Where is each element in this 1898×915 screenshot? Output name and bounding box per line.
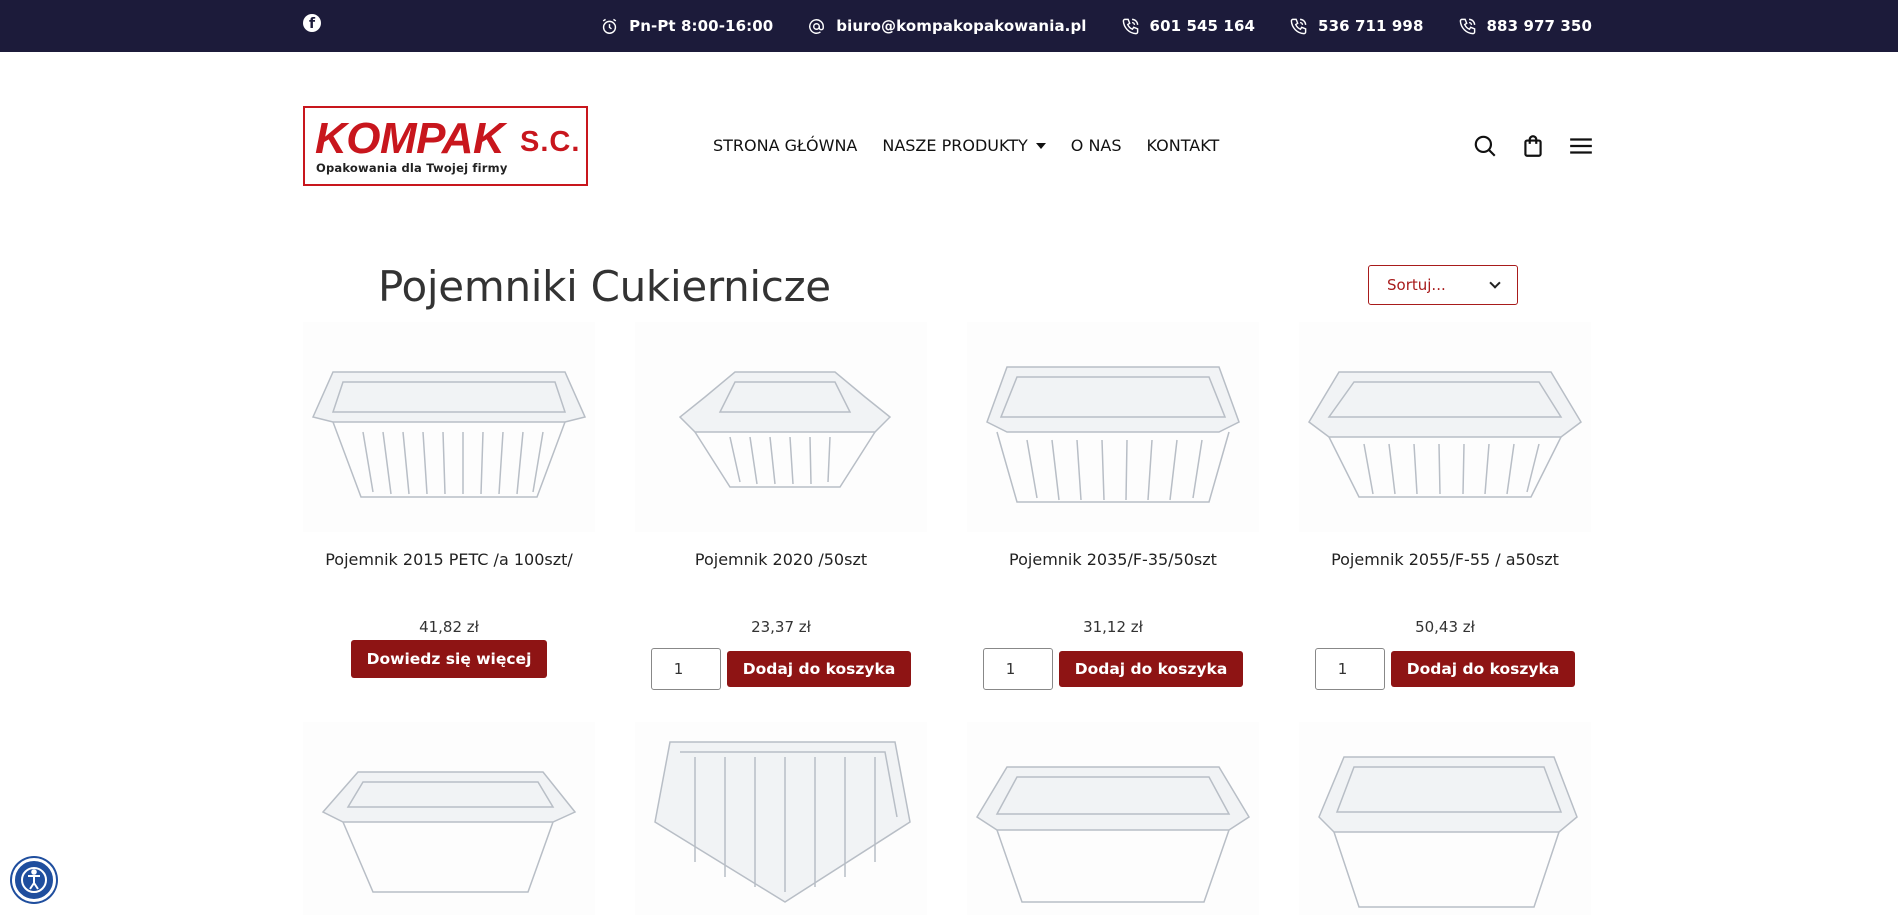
product-image[interactable] xyxy=(635,322,927,532)
at-sign-icon xyxy=(809,18,825,34)
add-to-cart-button[interactable]: Dodaj do koszyka xyxy=(726,651,912,687)
product-name[interactable]: Pojemnik 2055/F-55 / a50szt xyxy=(1299,550,1591,569)
nav-item-home[interactable]: STRONA GŁÓWNA xyxy=(713,136,857,155)
logo-name: KOMPAK xyxy=(315,114,505,163)
product-name[interactable]: Pojemnik 2020 /50szt xyxy=(635,550,927,569)
menu-icon[interactable] xyxy=(1568,133,1594,159)
phone-text-3: 883 977 350 xyxy=(1486,17,1592,35)
product-image[interactable] xyxy=(1299,722,1591,915)
nav-item-products[interactable]: NASZE PRODUKTY xyxy=(882,136,1046,155)
header-icons xyxy=(1472,133,1594,159)
learn-more-button[interactable]: Dowiedz się więcej xyxy=(350,640,548,678)
accessibility-button[interactable] xyxy=(12,858,56,902)
contact-info: Pn-Pt 8:00-16:00 biuro@kompakopakowania.… xyxy=(600,0,1592,52)
search-icon[interactable] xyxy=(1472,133,1498,159)
nav-item-about[interactable]: O NAS xyxy=(1071,136,1122,155)
page-title: Pojemniki Cukiernicze xyxy=(378,262,831,311)
product-price: 50,43 zł xyxy=(1415,618,1475,636)
product-actions: Dodaj do koszyka xyxy=(967,648,1259,690)
quantity-input[interactable] xyxy=(650,648,721,690)
chevron-down-icon xyxy=(1489,277,1501,289)
accessibility-icon xyxy=(21,867,47,893)
email-link[interactable]: biuro@kompakopakowania.pl xyxy=(807,17,1086,36)
sort-select[interactable]: Sortuj... xyxy=(1368,265,1518,305)
container-image xyxy=(678,371,892,488)
product-image[interactable] xyxy=(1299,322,1591,532)
site-logo[interactable]: KOMPAK S.C. Opakowania dla Twojej firmy xyxy=(303,106,588,186)
nav-label: STRONA GŁÓWNA xyxy=(713,136,858,155)
product-card: Pojemnik 2035/F-35/50szt 31,12 zł Dodaj … xyxy=(967,322,1259,720)
phone-text-2: 536 711 998 xyxy=(1318,17,1424,35)
product-grid: Pojemnik 2015 PETC /a 100szt/ 41,82 zł D… xyxy=(303,322,1593,720)
quantity-input[interactable] xyxy=(982,648,1053,690)
caret-down-icon xyxy=(1035,142,1046,149)
sort-label: Sortuj... xyxy=(1387,276,1446,294)
phone-text-1: 601 545 164 xyxy=(1149,17,1256,35)
top-bar: f Pn-Pt 8:00-16:00 biuro@kompakopakowani… xyxy=(0,0,1898,52)
container-image xyxy=(986,366,1240,503)
container-image xyxy=(654,741,911,903)
add-to-cart-button[interactable]: Dodaj do koszyka xyxy=(1390,651,1576,687)
quantity-input[interactable] xyxy=(1314,648,1385,690)
product-image[interactable] xyxy=(303,722,595,915)
product-price: 31,12 zł xyxy=(1083,618,1143,636)
container-image xyxy=(1308,371,1582,498)
product-actions: Dodaj do koszyka xyxy=(1299,648,1591,690)
product-card: Pojemnik 2055/F-55 / a50szt 50,43 zł Dod… xyxy=(1299,322,1591,720)
logo-tagline: Opakowania dla Twojej firmy xyxy=(316,161,508,175)
product-price: 41,82 zł xyxy=(419,618,479,636)
product-image[interactable] xyxy=(303,322,595,532)
product-actions: Dowiedz się więcej xyxy=(303,640,595,678)
product-image[interactable] xyxy=(635,722,927,915)
cart-icon[interactable] xyxy=(1520,133,1546,159)
nav-label: KONTAKT xyxy=(1146,136,1220,155)
product-actions: Dodaj do koszyka xyxy=(635,648,927,690)
product-grid-row-2 xyxy=(303,722,1593,915)
alarm-clock-icon xyxy=(602,18,617,34)
opening-hours: Pn-Pt 8:00-16:00 xyxy=(600,17,773,36)
phone-icon xyxy=(1290,18,1307,34)
product-price: 23,37 zł xyxy=(751,618,811,636)
container-image xyxy=(321,771,577,893)
phone-icon xyxy=(1459,18,1475,34)
logo-suffix: S.C. xyxy=(520,126,581,158)
product-name[interactable]: Pojemnik 2015 PETC /a 100szt/ xyxy=(303,550,595,569)
hours-text: Pn-Pt 8:00-16:00 xyxy=(629,17,774,35)
product-image[interactable] xyxy=(967,322,1259,532)
product-image[interactable] xyxy=(967,722,1259,915)
product-card: Pojemnik 2015 PETC /a 100szt/ 41,82 zł D… xyxy=(303,322,595,720)
main-nav: STRONA GŁÓWNA NASZE PRODUKTY O NAS KONTA… xyxy=(713,136,1219,155)
container-image xyxy=(975,766,1251,903)
container-image xyxy=(311,371,587,498)
product-card: Pojemnik 2020 /50szt 23,37 zł Dodaj do k… xyxy=(635,322,927,720)
phone-link-3[interactable]: 883 977 350 xyxy=(1458,17,1592,36)
add-to-cart-button[interactable]: Dodaj do koszyka xyxy=(1058,651,1244,687)
product-name[interactable]: Pojemnik 2035/F-35/50szt xyxy=(967,550,1259,569)
facebook-icon[interactable]: f xyxy=(303,14,321,32)
phone-icon xyxy=(1122,18,1138,34)
container-image xyxy=(1318,756,1578,908)
nav-label: O NAS xyxy=(1070,136,1122,155)
email-text: biuro@kompakopakowania.pl xyxy=(836,17,1087,35)
nav-label: NASZE PRODUKTY xyxy=(882,136,1028,155)
phone-link-2[interactable]: 536 711 998 xyxy=(1289,17,1423,36)
nav-item-contact[interactable]: KONTAKT xyxy=(1147,136,1220,155)
phone-link-1[interactable]: 601 545 164 xyxy=(1121,17,1255,36)
